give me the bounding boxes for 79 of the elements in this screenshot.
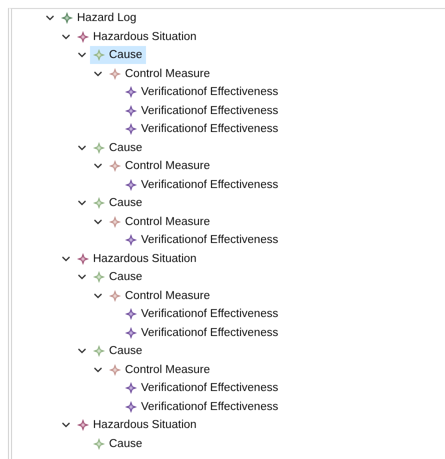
star-icon	[125, 382, 137, 394]
tree-label: Control Measure	[125, 364, 210, 376]
tree-item[interactable]: Control Measure	[106, 360, 214, 379]
tree-item[interactable]: Verificationof Effectiveness	[122, 398, 282, 416]
tree-label: Verificationof Effectiveness	[141, 86, 278, 98]
tree-label: Cause	[109, 197, 142, 210]
tree-item[interactable]: Hazardous Situation	[74, 416, 201, 434]
tree-label: Control Measure	[125, 68, 210, 80]
star-icon	[109, 364, 121, 376]
tree-label: Verificationof Effectiveness	[141, 308, 278, 320]
tree-item[interactable]: Cause	[90, 434, 146, 453]
star-icon	[93, 142, 105, 154]
tree-item[interactable]: Verificationof Effectiveness	[122, 120, 282, 138]
tree-label: Verificationof Effectiveness	[141, 400, 278, 413]
tree-label: Verificationof Effectiveness	[141, 104, 278, 117]
star-icon	[109, 68, 121, 80]
tree-label: Verificationof Effectiveness	[141, 234, 278, 246]
star-icon	[93, 271, 105, 284]
tree-item[interactable]: Hazard Log	[58, 9, 140, 28]
chevron-icon[interactable]	[93, 68, 103, 79]
tree-item[interactable]: Control Measure	[106, 157, 214, 176]
tree-item[interactable]: Verificationof Effectiveness	[122, 176, 282, 194]
tree-item[interactable]: Cause	[90, 268, 146, 286]
chevron-icon[interactable]	[93, 290, 103, 301]
tree-label: Verificationof Effectiveness	[141, 178, 278, 191]
tree-label: Cause	[109, 438, 142, 450]
chevron-icon[interactable]	[61, 32, 71, 42]
tree-item[interactable]: Cause	[90, 194, 146, 212]
star-icon	[125, 326, 137, 339]
star-icon	[125, 104, 137, 117]
tree-item[interactable]: Cause	[90, 342, 146, 360]
chevron-icon[interactable]	[93, 364, 103, 375]
tree-label: Hazardous Situation	[93, 30, 197, 43]
star-icon	[125, 400, 137, 413]
tree-item[interactable]: Verificationof Effectiveness	[122, 102, 282, 120]
tree-label: Hazardous Situation	[93, 419, 197, 432]
tree-item[interactable]: Control Measure	[106, 212, 214, 231]
star-icon	[93, 49, 105, 62]
star-icon	[109, 290, 121, 302]
tree-label: Hazardous Situation	[93, 252, 197, 265]
chevron-icon[interactable]	[93, 216, 103, 227]
star-icon	[125, 123, 137, 136]
tree-label: Control Measure	[125, 216, 210, 228]
star-icon	[61, 12, 73, 24]
tree-item[interactable]: Hazardous Situation	[74, 250, 201, 268]
tree-label: Cause	[109, 271, 142, 284]
tree-label: Control Measure	[125, 160, 210, 172]
tree-label: Cause	[109, 142, 142, 154]
tree-item[interactable]: Verificationof Effectiveness	[122, 379, 282, 398]
tree-label: Cause	[109, 345, 142, 358]
tree-item[interactable]: Cause	[90, 46, 146, 64]
chevron-icon[interactable]	[77, 142, 87, 153]
tree-label: Verificationof Effectiveness	[141, 123, 278, 136]
tree-item[interactable]: Cause	[90, 138, 146, 157]
star-icon	[109, 216, 121, 228]
star-icon	[93, 345, 105, 358]
tree-label: Verificationof Effectiveness	[141, 326, 278, 339]
star-icon	[77, 419, 89, 432]
tree-item[interactable]: Hazardous Situation	[74, 28, 201, 46]
tree-item[interactable]: Verificationof Effectiveness	[122, 231, 282, 250]
tree-label: Control Measure	[125, 290, 210, 302]
tree-label: Cause	[109, 49, 142, 62]
star-icon	[125, 86, 137, 98]
tree-item[interactable]: Control Measure	[106, 286, 214, 305]
tree-label: Verificationof Effectiveness	[141, 382, 278, 394]
star-icon	[77, 252, 89, 265]
tree-item[interactable]: Control Measure	[106, 64, 214, 83]
tree-item[interactable]: Verificationof Effectiveness	[122, 83, 282, 102]
tree-label: Hazard Log	[77, 12, 136, 24]
tree-item[interactable]: Verificationof Effectiveness	[122, 324, 282, 342]
star-icon	[125, 178, 137, 191]
star-icon	[77, 30, 89, 43]
star-icon	[125, 234, 137, 246]
star-icon	[125, 308, 137, 320]
star-icon	[93, 438, 105, 450]
star-icon	[109, 160, 121, 172]
tree-item[interactable]: Verificationof Effectiveness	[122, 305, 282, 324]
chevron-icon[interactable]	[61, 254, 71, 264]
star-icon	[93, 197, 105, 210]
